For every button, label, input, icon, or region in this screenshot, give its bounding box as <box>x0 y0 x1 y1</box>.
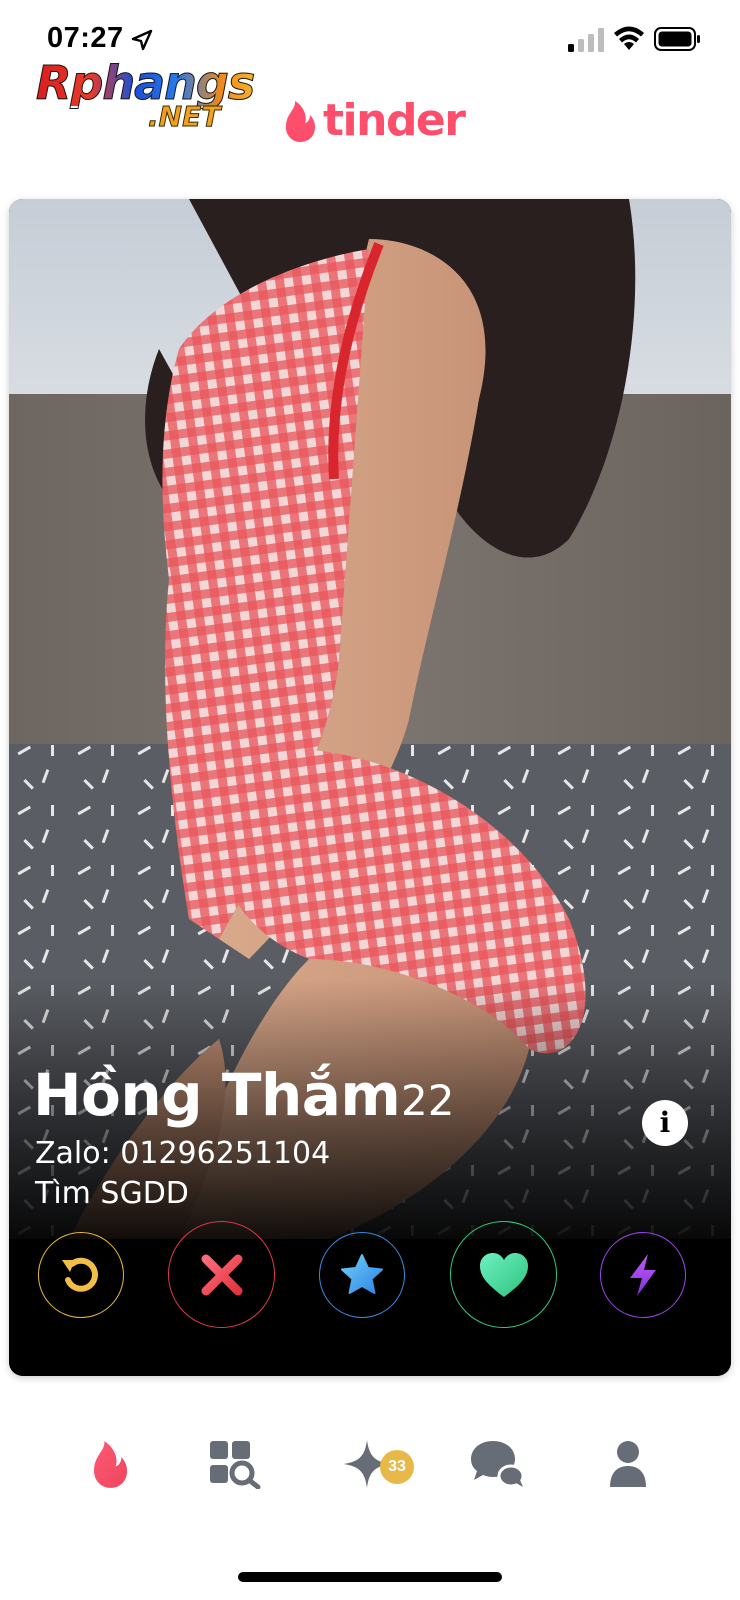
profile-name: Hồng Thắm <box>33 1061 401 1129</box>
explore-icon <box>210 1441 261 1489</box>
rewind-button[interactable] <box>38 1232 124 1318</box>
person-icon <box>610 1441 646 1487</box>
info-button[interactable]: i <box>642 1100 688 1146</box>
profile-bio-line-1: Zalo: 01296251104 <box>35 1136 331 1171</box>
flame-icon <box>285 101 315 142</box>
boost-button[interactable] <box>600 1232 686 1318</box>
location-arrow-icon <box>131 29 153 51</box>
profile-card[interactable]: Hồng Thắm 22 Zalo: 01296251104 Tìm SGDD … <box>9 199 731 1376</box>
nope-button[interactable] <box>168 1221 275 1328</box>
cellular-signal-icon <box>568 28 604 52</box>
profile-bio-line-2: Tìm SGDD <box>35 1176 189 1211</box>
rewind-icon <box>62 1257 98 1292</box>
lightning-icon <box>630 1254 656 1296</box>
gold-badge: 33 <box>380 1450 414 1484</box>
close-icon <box>201 1254 242 1295</box>
wifi-icon <box>614 26 644 50</box>
profile-age: 22 <box>401 1076 455 1125</box>
tab-messages[interactable] <box>467 1434 527 1494</box>
flame-icon <box>93 1441 128 1488</box>
bottom-tab-bar <box>0 1420 740 1520</box>
info-icon: i <box>659 1106 671 1139</box>
chat-icon <box>471 1441 525 1488</box>
watermark-line2: .NET <box>147 100 221 133</box>
home-indicator[interactable] <box>238 1572 502 1582</box>
tab-profile[interactable] <box>598 1434 658 1494</box>
watermark-logo: Rphangs .NET <box>35 56 266 140</box>
tab-home[interactable] <box>80 1434 140 1494</box>
like-button[interactable] <box>450 1221 557 1328</box>
heart-icon <box>479 1252 528 1297</box>
app-logo: tinder <box>283 95 466 146</box>
status-time: 07:27 <box>47 22 124 54</box>
star-icon <box>341 1254 383 1294</box>
battery-icon <box>654 27 700 51</box>
watermark-line1: Rphangs <box>35 56 255 110</box>
app-logo-text: tinder <box>323 95 466 146</box>
tab-explore[interactable] <box>205 1434 265 1494</box>
super-like-button[interactable] <box>319 1232 405 1318</box>
